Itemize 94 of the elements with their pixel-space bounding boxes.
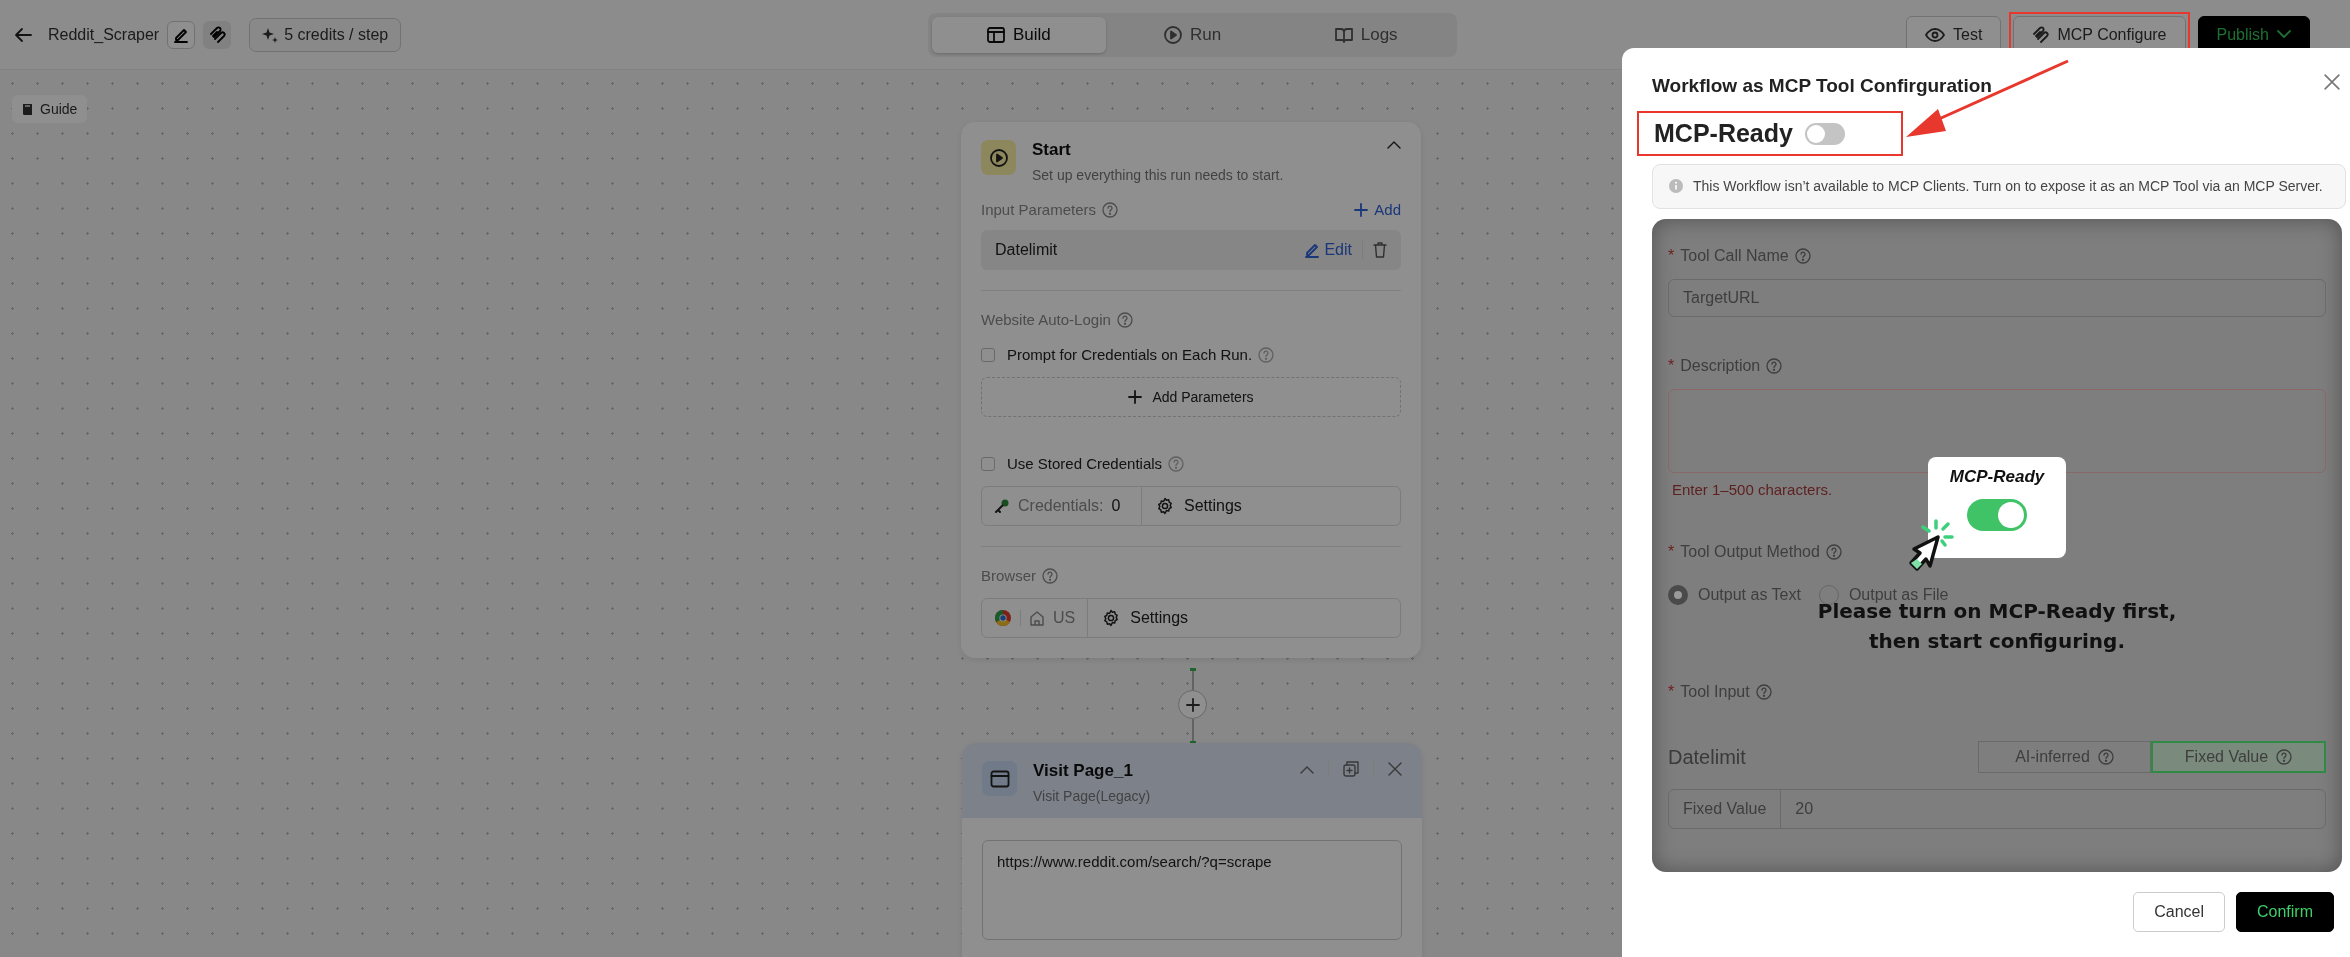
field-label: Tool Call Name	[1680, 247, 1789, 265]
eye-icon	[1925, 27, 1946, 42]
node-subtitle: Set up everything this run needs to start.	[1032, 167, 1285, 183]
credits-text: 5 credits / step	[284, 25, 389, 44]
help-icon	[1168, 455, 1185, 472]
add-parameters-button[interactable]: Add Parameters	[981, 377, 1401, 417]
view-tab[interactable]: Logs	[1279, 16, 1453, 53]
collapse-icon[interactable]	[1300, 764, 1314, 774]
required-mark: *	[1668, 357, 1675, 375]
book-icon	[1334, 26, 1353, 43]
mcp-ready-label: MCP-Ready	[1654, 119, 1793, 148]
pencil-icon	[173, 26, 190, 43]
checkbox[interactable]	[981, 456, 995, 471]
play-icon	[1163, 25, 1182, 44]
value-text: 20	[1794, 799, 1815, 819]
node-title: Start	[1032, 140, 1072, 160]
plus-icon	[1185, 697, 1200, 712]
section-label: Input Parameters	[981, 201, 1097, 218]
parameter-name: Datelimit	[1668, 745, 1746, 769]
region-text: US	[1053, 609, 1076, 627]
home-icon	[1029, 610, 1045, 626]
plus-icon	[1128, 390, 1143, 404]
required-mark: *	[1668, 247, 1675, 265]
close-button[interactable]	[2324, 74, 2340, 93]
credentials-label: Credentials:	[1018, 497, 1104, 515]
parameter-name: Datelimit	[995, 241, 1058, 259]
duplicate-icon[interactable]	[1343, 761, 1359, 777]
gear-icon	[1102, 609, 1121, 627]
dialog-title: Workflow as MCP Tool Confirguration	[1652, 75, 1992, 97]
back-arrow-icon[interactable]	[14, 26, 32, 43]
book-icon	[22, 102, 34, 116]
rename-button[interactable]	[167, 20, 196, 49]
help-icon	[1116, 311, 1133, 328]
validation-hint: Enter 1–500 characters.	[1672, 481, 1834, 498]
cancel-button[interactable]: Cancel	[2133, 892, 2225, 932]
fixed-value-field[interactable]: Fixed Value 20	[1668, 789, 2326, 829]
help-icon	[1825, 544, 1842, 560]
value-label: Fixed Value	[1669, 790, 1782, 828]
view-tab[interactable]: Run	[1105, 16, 1280, 53]
node-title: Visit Page_1	[1033, 761, 1134, 781]
hint-message: then start configuring.	[1869, 628, 2125, 655]
help-icon	[1766, 358, 1783, 374]
delete-icon[interactable]	[1373, 242, 1387, 258]
help-icon	[2097, 749, 2114, 765]
mcp-button[interactable]	[203, 20, 232, 49]
credentials-count: 0	[1111, 497, 1121, 515]
hint-title: MCP-Ready	[1949, 467, 2045, 487]
radio-option[interactable]: Output as Text	[1668, 585, 1801, 605]
field-label: Tool Output Method	[1680, 543, 1820, 561]
gear-icon	[1156, 497, 1174, 515]
field-label: Tool Input	[1680, 683, 1750, 701]
checkbox-label: Use Stored Credentials	[1007, 455, 1163, 472]
settings-button[interactable]: Settings	[1142, 487, 1256, 525]
info-icon	[1669, 179, 1683, 193]
notice-text: This Workflow isn’t available to MCP Clients. Turn on to expose it as an MCP Tool via an MCP Server.	[1693, 177, 2323, 196]
browser-icon	[994, 609, 1012, 627]
required-mark: *	[1668, 683, 1675, 701]
mcp-icon	[208, 26, 226, 43]
layout-icon	[986, 26, 1005, 43]
node-subtitle: Visit Page(Legacy)	[1033, 788, 1152, 804]
plus-icon	[1354, 202, 1369, 217]
settings-button[interactable]: Settings	[1088, 599, 1203, 637]
edit-button[interactable]: Edit	[1304, 241, 1363, 259]
confirm-button[interactable]: Confirm	[2236, 892, 2334, 932]
guide-button[interactable]: Guide	[12, 95, 88, 123]
section-label: Website Auto-Login	[981, 311, 1111, 328]
sparkle-icon	[262, 26, 279, 43]
url-field[interactable]: https://www.reddit.com/search/?q=scrape	[982, 840, 1402, 940]
section-label: Browser	[981, 567, 1036, 584]
help-icon	[1102, 201, 1119, 218]
workflow-title: Reddit_Scraper	[48, 25, 160, 44]
key-icon	[994, 498, 1010, 514]
chevron-down-icon	[2277, 30, 2291, 39]
checkbox[interactable]	[981, 347, 995, 362]
window-icon	[982, 761, 1017, 796]
tool-call-name-field[interactable]: TargetURL	[1668, 279, 2326, 317]
close-icon[interactable]	[1388, 762, 1402, 776]
mcp-icon	[2032, 26, 2050, 43]
field-label: Description	[1680, 357, 1761, 375]
required-mark: *	[1668, 543, 1675, 561]
help-icon	[1042, 567, 1058, 584]
collapse-icon[interactable]	[1387, 140, 1401, 149]
help-icon	[1755, 684, 1772, 700]
mode-option[interactable]: AI-inferred	[1978, 741, 2151, 773]
help-icon	[2276, 749, 2293, 765]
mcp-ready-toggle[interactable]	[1804, 122, 1845, 145]
mode-option[interactable]: Fixed Value	[2151, 741, 2326, 773]
help-icon	[1258, 346, 1275, 363]
help-icon	[1794, 248, 1811, 264]
checkbox-label: Prompt for Credentials on Each Run.	[1007, 346, 1253, 363]
add-link[interactable]: Add	[1354, 201, 1401, 218]
view-tab[interactable]: Build	[932, 16, 1106, 53]
play-icon	[981, 140, 1016, 175]
pencil-icon	[1304, 242, 1321, 258]
